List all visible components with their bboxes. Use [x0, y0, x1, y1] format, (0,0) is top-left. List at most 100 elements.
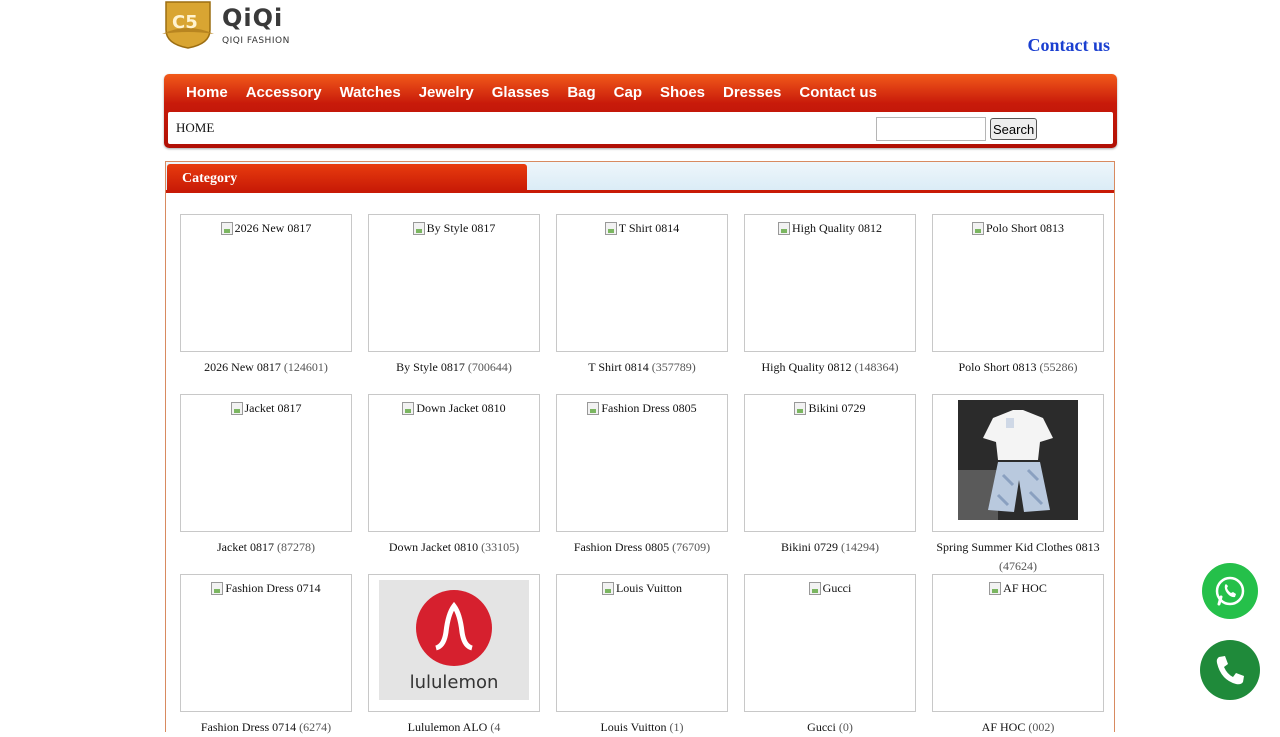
category-thumbnail[interactable]: Bikini 0729 — [744, 394, 916, 532]
nav-item-cap[interactable]: Cap — [614, 84, 642, 101]
category-name[interactable]: Fashion Dress 0805 — [574, 540, 669, 554]
category-caption[interactable]: Jacket 0817 (87278) — [170, 538, 362, 557]
search-button[interactable]: Search — [990, 118, 1038, 140]
category-thumbnail[interactable]: Louis Vuitton — [556, 574, 728, 712]
category-thumbnail[interactable]: Jacket 0817 — [180, 394, 352, 532]
broken-image-alt: By Style 0817 — [412, 221, 495, 236]
phone-button[interactable] — [1200, 640, 1260, 700]
category-thumbnail[interactable]: lululemon — [368, 574, 540, 712]
alt-text: Polo Short 0813 — [985, 221, 1064, 235]
category-name[interactable]: By Style 0817 — [396, 360, 465, 374]
category-caption[interactable]: Fashion Dress 0805 (76709) — [546, 538, 738, 557]
search-input[interactable] — [876, 117, 986, 141]
category-count: (002) — [1028, 720, 1055, 734]
broken-image-icon — [211, 582, 224, 595]
category-thumbnail[interactable]: High Quality 0812 — [744, 214, 916, 352]
broken-image-alt: Down Jacket 0810 — [402, 401, 506, 416]
category-caption[interactable]: Fashion Dress 0714 (6274) — [170, 718, 362, 737]
nav-item-home[interactable]: Home — [186, 84, 228, 101]
nav-item-jewelry[interactable]: Jewelry — [419, 84, 474, 101]
category-thumbnail[interactable]: By Style 0817 — [368, 214, 540, 352]
category-thumbnail[interactable]: Gucci — [744, 574, 916, 712]
nav-item-accessory[interactable]: Accessory — [246, 84, 322, 101]
category-caption[interactable]: T Shirt 0814 (357789) — [546, 358, 738, 377]
alt-text: Bikini 0729 — [808, 401, 866, 415]
whatsapp-icon — [1215, 576, 1245, 606]
category-name[interactable]: Down Jacket 0810 — [389, 540, 478, 554]
category-name[interactable]: High Quality 0812 — [762, 360, 852, 374]
nav-item-watches[interactable]: Watches — [340, 84, 401, 101]
category-name[interactable]: Jacket 0817 — [217, 540, 274, 554]
main-navigation: Home Accessory Watches Jewelry Glasses B… — [164, 74, 1117, 148]
category-count: (1) — [669, 720, 684, 734]
broken-image-alt: 2026 New 0817 — [220, 221, 312, 236]
category-thumbnail[interactable] — [932, 394, 1104, 532]
category-panel: Category 2026 New 0817 2026 New 0817 (124… — [165, 161, 1115, 734]
category-name[interactable]: Polo Short 0813 — [958, 360, 1036, 374]
broken-image-icon — [402, 402, 415, 415]
category-name[interactable]: AF HOC — [982, 720, 1026, 734]
logo-badge-icon: C5 — [162, 1, 214, 49]
category-name[interactable]: Fashion Dress 0714 — [201, 720, 296, 734]
category-name[interactable]: Gucci — [807, 720, 836, 734]
header-contact-link[interactable]: Contact us — [1027, 35, 1110, 56]
category-name[interactable]: Bikini 0729 — [781, 540, 838, 554]
category-count: (6274) — [299, 720, 332, 734]
category-name[interactable]: T Shirt 0814 — [588, 360, 648, 374]
nav-menu: Home Accessory Watches Jewelry Glasses B… — [177, 74, 886, 110]
category-count: (76709) — [672, 540, 711, 554]
broken-image-alt: Fashion Dress 0805 — [587, 401, 697, 416]
whatsapp-button[interactable] — [1202, 563, 1258, 619]
alt-text: AF HOC — [1003, 581, 1047, 595]
alt-text: Fashion Dress 0805 — [601, 401, 697, 415]
category-name[interactable]: Louis Vuitton — [600, 720, 666, 734]
site-logo[interactable]: C5 QiQi QIQI FASHION — [160, 0, 295, 50]
category-count: (87278) — [276, 540, 315, 554]
nav-item-glasses[interactable]: Glasses — [492, 84, 550, 101]
broken-image-alt: Gucci — [808, 581, 851, 596]
category-panel-header: Category — [166, 162, 1114, 193]
category-count: (0) — [838, 720, 853, 734]
category-tab: Category — [167, 164, 527, 191]
nav-item-bag[interactable]: Bag — [567, 84, 595, 101]
category-count: (4 — [490, 720, 501, 734]
nav-item-shoes[interactable]: Shoes — [660, 84, 705, 101]
category-caption[interactable]: 2026 New 0817 (124601) — [170, 358, 362, 377]
category-caption[interactable]: Louis Vuitton (1) — [546, 718, 738, 737]
category-thumbnail[interactable]: Down Jacket 0810 — [368, 394, 540, 532]
broken-image-alt: High Quality 0812 — [778, 221, 882, 236]
broken-image-icon — [230, 402, 243, 415]
category-caption[interactable]: Lululemon ALO (4 — [358, 718, 550, 737]
category-caption[interactable]: Bikini 0729 (14294) — [734, 538, 926, 557]
category-thumbnail[interactable]: Polo Short 0813 — [932, 214, 1104, 352]
category-name[interactable]: Spring Summer Kid Clothes 0813 — [936, 540, 1099, 554]
category-caption[interactable]: Spring Summer Kid Clothes 0813 (47624) — [922, 538, 1114, 576]
category-count: (33105) — [481, 540, 520, 554]
broken-image-icon — [412, 222, 425, 235]
alt-text: Jacket 0817 — [244, 401, 302, 415]
category-caption[interactable]: AF HOC (002) — [922, 718, 1114, 737]
category-name[interactable]: 2026 New 0817 — [204, 360, 281, 374]
category-thumbnail[interactable]: T Shirt 0814 — [556, 214, 728, 352]
breadcrumb-bar: HOME Search — [168, 112, 1113, 144]
category-thumbnail[interactable]: Fashion Dress 0714 — [180, 574, 352, 712]
category-title: Category — [182, 171, 238, 186]
category-thumbnail[interactable]: 2026 New 0817 — [180, 214, 352, 352]
category-caption[interactable]: High Quality 0812 (148364) — [734, 358, 926, 377]
category-caption[interactable]: Gucci (0) — [734, 718, 926, 737]
nav-item-contact[interactable]: Contact us — [799, 84, 877, 101]
broken-image-icon — [587, 402, 600, 415]
category-caption[interactable]: By Style 0817 (700644) — [358, 358, 550, 377]
broken-image-alt: Louis Vuitton — [601, 581, 682, 596]
nav-item-dresses[interactable]: Dresses — [723, 84, 781, 101]
category-thumbnail[interactable]: Fashion Dress 0805 — [556, 394, 728, 532]
category-caption[interactable]: Down Jacket 0810 (33105) — [358, 538, 550, 557]
broken-image-alt: Fashion Dress 0714 — [211, 581, 321, 596]
broken-image-icon — [601, 582, 614, 595]
category-caption[interactable]: Polo Short 0813 (55286) — [922, 358, 1114, 377]
category-name[interactable]: Lululemon ALO — [408, 720, 488, 734]
alt-text: 2026 New 0817 — [234, 221, 312, 235]
breadcrumb[interactable]: HOME — [176, 120, 214, 136]
category-thumbnail[interactable]: AF HOC — [932, 574, 1104, 712]
broken-image-alt: T Shirt 0814 — [604, 221, 679, 236]
